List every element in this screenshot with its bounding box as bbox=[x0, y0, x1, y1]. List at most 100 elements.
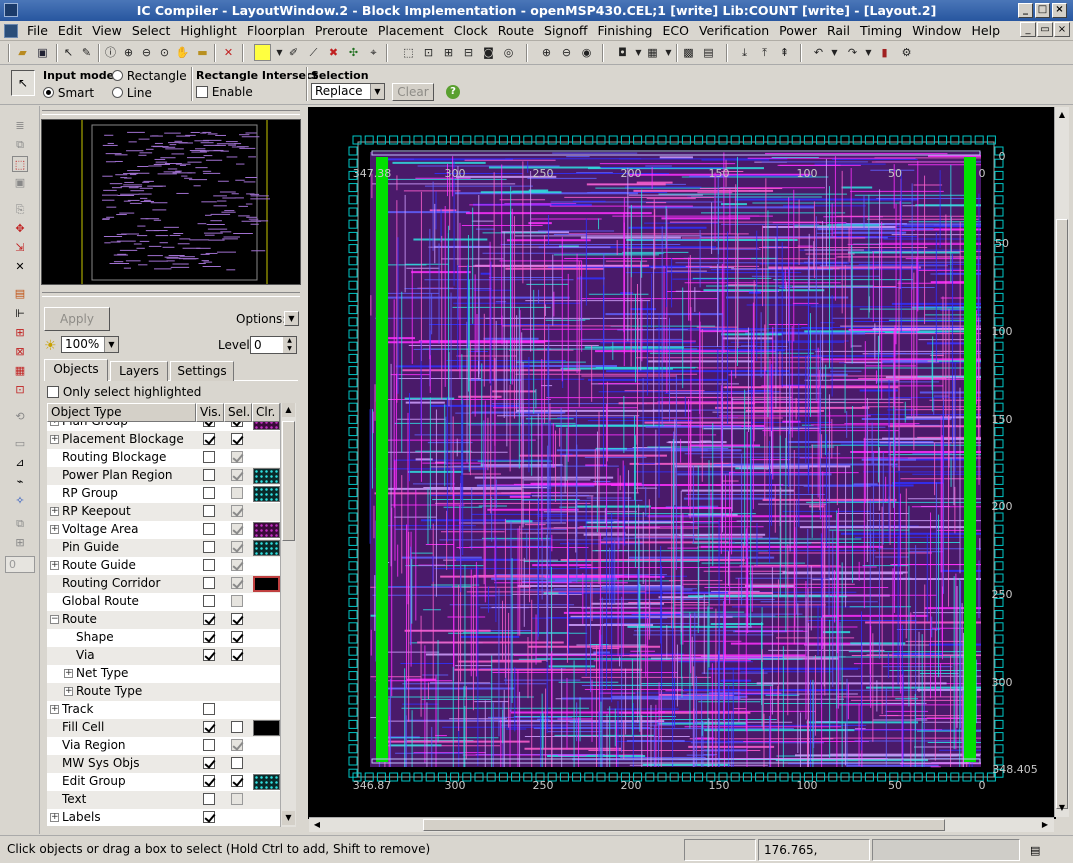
visible-checkbox[interactable] bbox=[203, 793, 215, 805]
panel-splitter[interactable] bbox=[42, 292, 300, 297]
visible-checkbox[interactable] bbox=[203, 469, 215, 481]
overview-splitter[interactable] bbox=[42, 110, 300, 115]
line-radio[interactable]: Line bbox=[112, 86, 152, 100]
move-icon[interactable]: ✥ bbox=[12, 221, 28, 237]
layout-view-icon[interactable]: ▦ bbox=[644, 44, 661, 61]
layout-canvas[interactable]: 300 300 250 250 200 200 150 150 100 100 50 50 0 0 0 50 1… bbox=[308, 107, 1056, 819]
maximize-button[interactable]: □ bbox=[1035, 3, 1050, 18]
object-row[interactable]: Global Route bbox=[47, 593, 280, 611]
properties-icon[interactable]: ⊿ bbox=[12, 455, 28, 471]
pan-hand-icon[interactable]: ✋ bbox=[174, 44, 191, 61]
xy-icon[interactable]: ✖ bbox=[325, 44, 342, 61]
group-icon[interactable]: ⧉ bbox=[12, 516, 28, 532]
hscroll-thumb[interactable] bbox=[423, 819, 945, 831]
expand-icon[interactable]: + bbox=[50, 507, 59, 516]
color-swatch[interactable] bbox=[253, 774, 280, 790]
menu-help[interactable]: Help bbox=[967, 23, 1006, 39]
selectable-checkbox[interactable] bbox=[231, 451, 243, 463]
flip-icon[interactable]: ▭ bbox=[12, 436, 28, 452]
visible-checkbox[interactable] bbox=[203, 422, 215, 427]
redo-icon[interactable]: ↷ bbox=[844, 44, 861, 61]
object-row[interactable]: Power Plan Region bbox=[47, 467, 280, 485]
redo-chevron-icon[interactable]: ▼ bbox=[860, 44, 877, 61]
selectable-checkbox[interactable] bbox=[231, 721, 243, 733]
open-folder-icon[interactable]: ▰ bbox=[14, 44, 31, 61]
visible-checkbox[interactable] bbox=[203, 523, 215, 535]
zoom-sel-icon[interactable]: ⊞ bbox=[440, 44, 457, 61]
color-swatch[interactable] bbox=[253, 468, 280, 484]
object-row[interactable]: + Route Guide bbox=[47, 557, 280, 575]
apply-button[interactable]: Apply bbox=[44, 307, 110, 331]
visible-checkbox[interactable] bbox=[203, 811, 215, 823]
undo-chevron-icon[interactable]: ▼ bbox=[826, 44, 843, 61]
zoom-prev-icon[interactable]: ⊕ bbox=[538, 44, 555, 61]
object-row[interactable]: Routing Corridor bbox=[47, 575, 280, 593]
selectable-checkbox[interactable] bbox=[231, 487, 243, 499]
document-icon[interactable] bbox=[4, 24, 18, 38]
tab-settings[interactable]: Settings bbox=[170, 361, 234, 381]
object-row[interactable]: Pin Guide bbox=[47, 539, 280, 557]
expand-icon[interactable]: + bbox=[50, 813, 59, 822]
expand-icon[interactable]: + bbox=[50, 422, 59, 426]
object-row[interactable]: + Net Type bbox=[47, 665, 280, 683]
expand-icon[interactable]: + bbox=[50, 435, 59, 444]
object-row[interactable]: +Plan Group bbox=[47, 422, 280, 431]
visible-checkbox[interactable] bbox=[203, 559, 215, 571]
visible-checkbox[interactable] bbox=[203, 487, 215, 499]
menu-view[interactable]: View bbox=[87, 23, 127, 39]
menu-route[interactable]: Route bbox=[493, 23, 539, 39]
selectable-checkbox[interactable] bbox=[231, 559, 243, 571]
menu-finishing[interactable]: Finishing bbox=[593, 23, 658, 39]
expand-icon[interactable]: + bbox=[50, 525, 59, 534]
menu-edit[interactable]: Edit bbox=[53, 23, 87, 39]
refresh-view-icon[interactable]: ◉ bbox=[578, 44, 595, 61]
object-row[interactable]: + Voltage Area bbox=[47, 521, 280, 539]
selectable-checkbox[interactable] bbox=[231, 523, 243, 535]
menu-file[interactable]: File bbox=[22, 23, 53, 39]
doc-minimize-button[interactable]: _ bbox=[1020, 22, 1036, 37]
distribute-icon[interactable]: ⊡ bbox=[12, 382, 28, 398]
object-row[interactable]: + RP Keepout bbox=[47, 503, 280, 521]
brush-icon[interactable]: ✐ bbox=[285, 44, 302, 61]
selectable-checkbox[interactable] bbox=[231, 793, 243, 805]
visible-checkbox[interactable] bbox=[203, 595, 215, 607]
expand-icon[interactable]: + bbox=[64, 687, 73, 696]
layout-view-chevron-icon[interactable]: ▼ bbox=[660, 44, 677, 61]
zoom-fit-icon[interactable]: ⊙ bbox=[156, 44, 173, 61]
object-row[interactable]: + Track bbox=[47, 701, 280, 719]
stretch-icon[interactable]: ⇲ bbox=[12, 240, 28, 256]
zoom-in-icon[interactable]: ⊕ bbox=[120, 44, 137, 61]
path-icon[interactable]: ⌁ bbox=[12, 474, 28, 490]
menu-timing[interactable]: Timing bbox=[855, 23, 907, 39]
visible-checkbox[interactable] bbox=[203, 757, 215, 769]
layout-horizontal-scrollbar[interactable]: ◀ ▶ bbox=[309, 817, 1054, 832]
selectable-checkbox[interactable] bbox=[231, 505, 243, 517]
tab-objects[interactable]: Objects bbox=[44, 359, 108, 381]
options-menu-button[interactable]: ▼ bbox=[284, 311, 299, 326]
selectable-checkbox[interactable] bbox=[231, 757, 243, 769]
clear-button[interactable]: Clear bbox=[392, 83, 434, 101]
visible-checkbox[interactable] bbox=[203, 451, 215, 463]
spin-up-icon[interactable]: ▲ bbox=[283, 337, 296, 345]
visible-checkbox[interactable] bbox=[203, 505, 215, 517]
highlight-color-icon[interactable] bbox=[254, 44, 271, 61]
selectable-checkbox[interactable] bbox=[231, 469, 243, 481]
menu-placement[interactable]: Placement bbox=[373, 23, 449, 39]
pop-up-icon[interactable]: ⤒ bbox=[756, 44, 773, 61]
menu-rail[interactable]: Rail bbox=[822, 23, 855, 39]
select-area-icon[interactable]: ▣ bbox=[12, 175, 28, 191]
resize-icon[interactable]: ⊠ bbox=[12, 344, 28, 360]
enable-checkbox[interactable]: Enable bbox=[196, 85, 253, 99]
query-icon[interactable]: ⓘ bbox=[102, 44, 119, 61]
view-cell-icon[interactable]: ⊟ bbox=[460, 44, 477, 61]
doc-restore-button[interactable]: ▭ bbox=[1037, 22, 1053, 37]
delete-icon[interactable]: ✕ bbox=[12, 259, 28, 275]
selectable-checkbox[interactable] bbox=[231, 739, 243, 751]
route-icon[interactable]: ✧ bbox=[12, 493, 28, 509]
object-row[interactable]: Shape bbox=[47, 629, 280, 647]
cross-probe-icon[interactable]: ⌖ bbox=[365, 44, 382, 61]
abstract-icon[interactable]: ▤ bbox=[700, 44, 717, 61]
object-row[interactable]: + Placement Blockage bbox=[47, 431, 280, 449]
selectable-checkbox[interactable] bbox=[231, 631, 243, 643]
visible-checkbox[interactable] bbox=[203, 433, 215, 445]
